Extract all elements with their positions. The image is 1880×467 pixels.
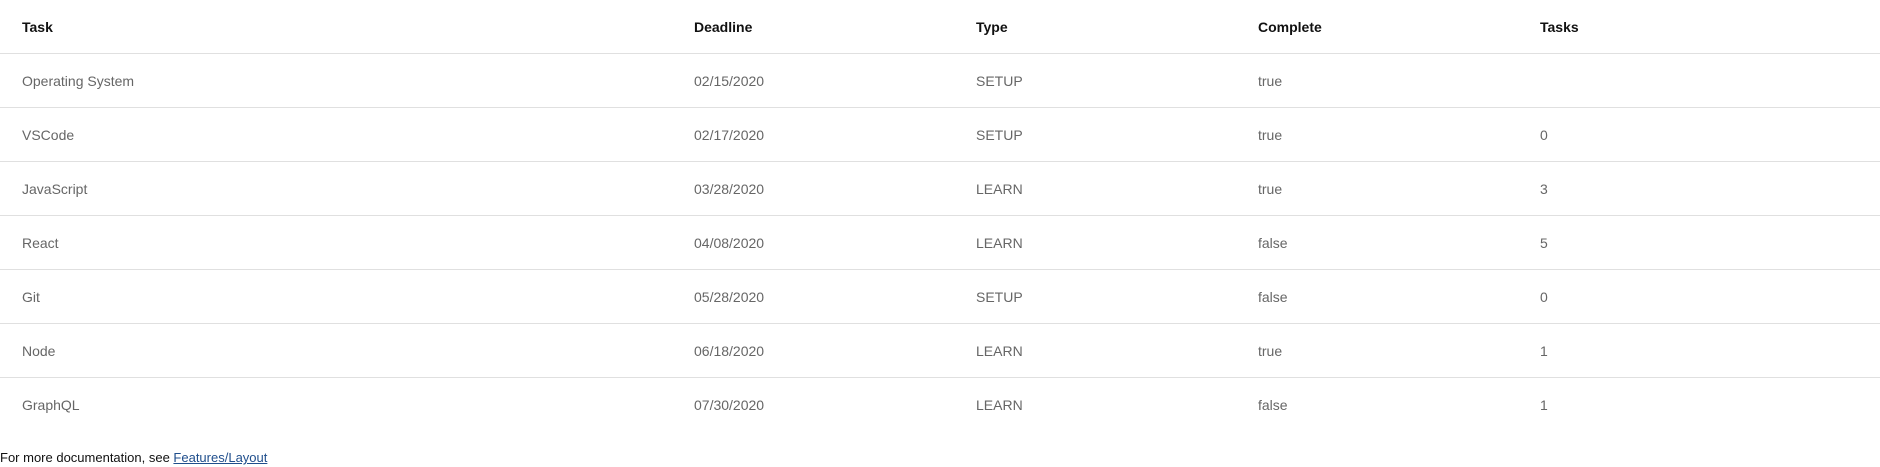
cell-tasks: 1 (1518, 323, 1880, 378)
cell-task: VSCode (0, 107, 672, 162)
cell-type: LEARN (976, 396, 1023, 413)
cell-tasks: 3 (1518, 161, 1880, 216)
cell-deadline: 07/30/2020 (694, 396, 765, 413)
cell-tasks (1518, 53, 1880, 108)
cell-task: JavaScript (0, 161, 672, 216)
cell-complete: false (1236, 269, 1518, 324)
features-layout-link[interactable]: Features/Layout (173, 450, 267, 465)
column-header-task[interactable]: Task (0, 0, 672, 54)
cell-tasks: 5 (1518, 215, 1880, 270)
column-header-complete[interactable]: Complete (1236, 0, 1518, 54)
table-row[interactable]: JavaScript 03/28/2020 LEARN true 3 (0, 161, 1880, 216)
column-header-type[interactable]: Type (954, 0, 1236, 54)
cell-task: Operating System (0, 53, 672, 108)
column-header-tasks[interactable]: Tasks (1518, 0, 1880, 54)
table-row[interactable]: VSCode 02/17/2020 SETUP true 0 (0, 107, 1880, 162)
cell-deadline: 05/28/2020 (672, 269, 954, 324)
table-row[interactable]: GraphQL 07/30/2020 LEARN false 1 (0, 378, 1880, 432)
cell-tasks: 1 (1540, 396, 1548, 413)
cell-complete: true (1236, 161, 1518, 216)
cell-task: GraphQL (22, 396, 80, 413)
documentation-note: For more documentation, see Features/Lay… (0, 450, 267, 466)
task-table: Task Deadline Type Complete Tasks Operat… (0, 0, 1880, 431)
cell-complete: true (1236, 107, 1518, 162)
column-header-deadline[interactable]: Deadline (672, 0, 954, 54)
table-body: Operating System 02/15/2020 SETUP true V… (0, 53, 1880, 432)
cell-type: LEARN (954, 323, 1236, 378)
header-row: Task Deadline Type Complete Tasks (0, 0, 1880, 54)
cell-deadline: 04/08/2020 (672, 215, 954, 270)
table-row[interactable]: Git 05/28/2020 SETUP false 0 (0, 269, 1880, 324)
cell-deadline: 02/15/2020 (672, 53, 954, 108)
cell-complete: false (1236, 215, 1518, 270)
cell-task: Git (0, 269, 672, 324)
cell-type: SETUP (954, 53, 1236, 108)
table-header: Task Deadline Type Complete Tasks (0, 0, 1880, 54)
cell-deadline: 02/17/2020 (672, 107, 954, 162)
documentation-text: For more documentation, see (0, 450, 174, 465)
cell-tasks: 0 (1518, 107, 1880, 162)
cell-type: SETUP (954, 269, 1236, 324)
cell-deadline: 03/28/2020 (672, 161, 954, 216)
cell-deadline: 06/18/2020 (672, 323, 954, 378)
table-row[interactable]: Operating System 02/15/2020 SETUP true (0, 53, 1880, 108)
cell-complete: false (1258, 396, 1288, 413)
cell-type: SETUP (954, 107, 1236, 162)
page: Task Deadline Type Complete Tasks Operat… (0, 0, 1880, 467)
cell-task: Node (0, 323, 672, 378)
cell-complete: true (1236, 53, 1518, 108)
table-row[interactable]: React 04/08/2020 LEARN false 5 (0, 215, 1880, 270)
cell-type: LEARN (954, 215, 1236, 270)
table-row[interactable]: Node 06/18/2020 LEARN true 1 (0, 323, 1880, 378)
cell-tasks: 0 (1518, 269, 1880, 324)
cell-task: React (0, 215, 672, 270)
cell-type: LEARN (954, 161, 1236, 216)
cell-complete: true (1236, 323, 1518, 378)
